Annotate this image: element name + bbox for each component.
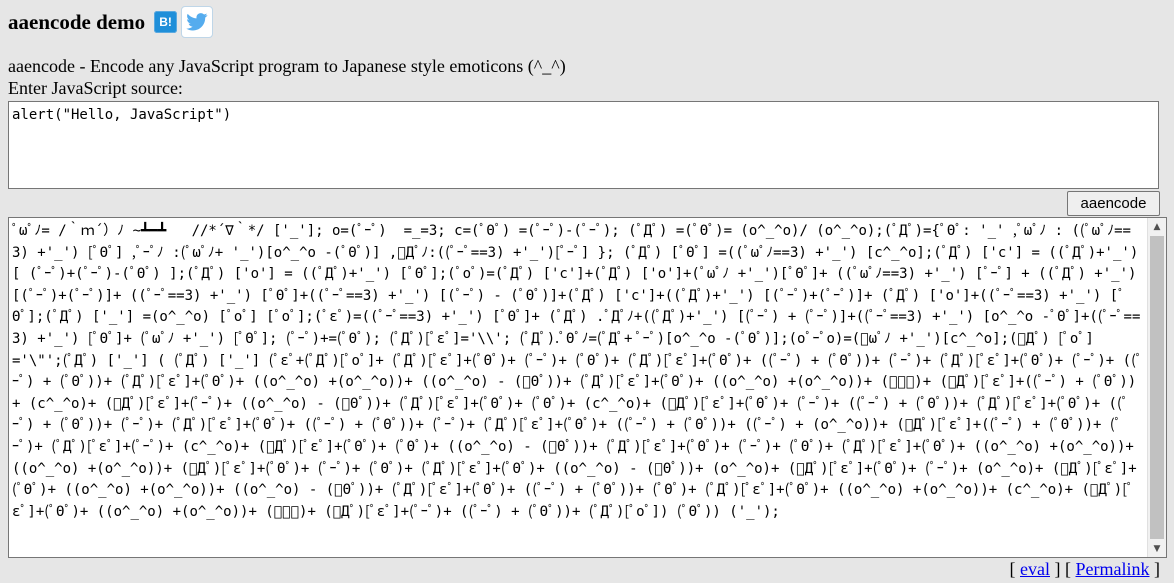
bracket-close: ] [1149,559,1160,579]
encoded-output-area[interactable]: ﾟωﾟﾉ= /｀ｍ´）ﾉ ~┻━┻ //*´∇｀*/ ['_']; o=(ﾟｰﾟ… [8,217,1167,558]
bracket-open: [ [1009,559,1021,579]
source-label: Enter JavaScript source: [8,78,183,98]
aaencode-button[interactable]: aaencode [1067,191,1160,216]
page-description: aaencode - Encode any JavaScript program… [8,56,566,76]
permalink-link[interactable]: Permalink [1076,559,1150,579]
page-title: aaencode demo [8,9,146,34]
twitter-bird-icon [186,13,208,31]
eval-link[interactable]: eval [1020,559,1050,579]
scrollbar-thumb[interactable] [1150,236,1164,539]
scroll-up-arrow-icon[interactable]: ▲ [1148,218,1166,235]
output-scrollbar[interactable]: ▲ ▼ [1147,218,1166,557]
twitter-share-button[interactable] [181,6,214,38]
javascript-source-input[interactable] [8,101,1159,189]
footer-links: [ eval ] [ Permalink ] [1010,559,1160,580]
page-header: aaencode demo B! [8,6,214,38]
scroll-down-arrow-icon[interactable]: ▼ [1148,540,1166,557]
hatena-bookmark-button[interactable]: B! [154,11,178,33]
bracket-separator: ] [ [1050,559,1076,579]
encoded-output-text: ﾟωﾟﾉ= /｀ｍ´）ﾉ ~┻━┻ //*´∇｀*/ ['_']; o=(ﾟｰﾟ… [12,223,1143,520]
